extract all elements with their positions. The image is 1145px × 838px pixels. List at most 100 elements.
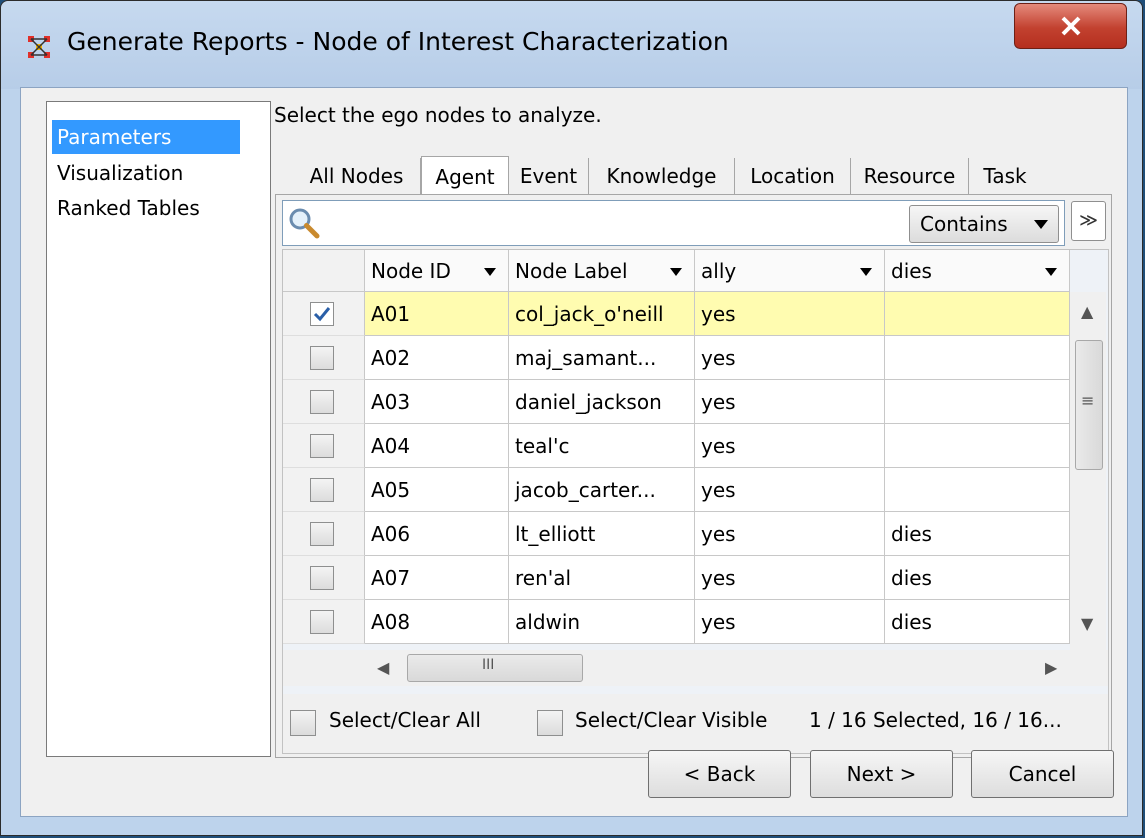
row-checkbox[interactable] xyxy=(310,434,334,458)
select-all-label[interactable]: Select/Clear All xyxy=(329,708,481,732)
row-select-cell xyxy=(283,292,365,336)
row-checkbox[interactable] xyxy=(310,302,334,326)
cancel-button[interactable]: Cancel xyxy=(971,750,1114,798)
cell-dies[interactable] xyxy=(885,424,1070,468)
horizontal-scroll-thumb[interactable]: III xyxy=(407,654,583,682)
search-field[interactable]: Contains xyxy=(282,200,1065,246)
row-select-cell xyxy=(283,424,365,468)
column-header-dies[interactable]: dies xyxy=(885,250,1070,292)
cell-node-label[interactable]: aldwin xyxy=(509,600,695,644)
vertical-scroll-thumb[interactable]: ≡ xyxy=(1075,340,1103,470)
scroll-left-icon[interactable]: ◀ xyxy=(377,658,389,677)
back-button[interactable]: < Back xyxy=(648,750,791,798)
tab-event[interactable]: Event xyxy=(509,158,589,194)
cell-node-id[interactable]: A05 xyxy=(365,468,509,512)
tab-panel: Contains ≫ Node ID Node Label ally dies … xyxy=(275,194,1112,758)
cell-node-label[interactable]: lt_elliott xyxy=(509,512,695,556)
cell-node-label[interactable]: teal'c xyxy=(509,424,695,468)
match-mode-dropdown[interactable]: Contains xyxy=(909,205,1059,243)
cell-dies[interactable]: dies xyxy=(885,556,1070,600)
cell-ally[interactable]: yes xyxy=(695,424,885,468)
sidebar-item-visualization[interactable]: Visualization xyxy=(52,156,188,190)
cell-node-label[interactable]: daniel_jackson xyxy=(509,380,695,424)
dialog-content: Parameters Visualization Ranked Tables S… xyxy=(20,87,1128,817)
cell-dies[interactable] xyxy=(885,468,1070,512)
table-row[interactable]: A06 lt_elliott yes dies xyxy=(283,512,1070,556)
cell-node-id[interactable]: A04 xyxy=(365,424,509,468)
selection-footer: Select/Clear All Select/Clear Visible 1 … xyxy=(283,694,1108,753)
vertical-scrollbar[interactable]: ▲ ≡ ▼ xyxy=(1070,292,1106,650)
cell-ally[interactable]: yes xyxy=(695,556,885,600)
row-checkbox[interactable] xyxy=(310,522,334,546)
tab-resource[interactable]: Resource xyxy=(851,158,969,194)
chevron-down-icon xyxy=(1034,220,1048,229)
row-checkbox[interactable] xyxy=(310,610,334,634)
close-button[interactable] xyxy=(1014,3,1127,49)
table-row[interactable]: A05 jacob_carter... yes xyxy=(283,468,1070,512)
title-bar[interactable]: Generate Reports - Node of Interest Char… xyxy=(1,1,1142,89)
tab-agent[interactable]: Agent xyxy=(421,156,509,196)
table-row[interactable]: A07 ren'al yes dies xyxy=(283,556,1070,600)
horizontal-scrollbar[interactable]: ◀ III ▶ xyxy=(365,650,1070,686)
column-header-node-id[interactable]: Node ID xyxy=(365,250,509,292)
select-visible-checkbox[interactable] xyxy=(537,710,563,736)
table-row[interactable]: A04 teal'c yes xyxy=(283,424,1070,468)
cell-node-id[interactable]: A02 xyxy=(365,336,509,380)
row-checkbox[interactable] xyxy=(310,346,334,370)
row-checkbox[interactable] xyxy=(310,566,334,590)
cell-node-id[interactable]: A06 xyxy=(365,512,509,556)
row-checkbox[interactable] xyxy=(310,390,334,414)
cell-node-label[interactable]: jacob_carter... xyxy=(509,468,695,512)
next-button[interactable]: Next > xyxy=(810,750,953,798)
table-row[interactable]: A03 daniel_jackson yes xyxy=(283,380,1070,424)
cell-node-label[interactable]: col_jack_o'neill xyxy=(509,292,695,336)
cell-node-id[interactable]: A07 xyxy=(365,556,509,600)
cell-dies[interactable] xyxy=(885,292,1070,336)
cell-ally[interactable]: yes xyxy=(695,512,885,556)
column-header-ally[interactable]: ally xyxy=(695,250,885,292)
double-chevron-down-icon: ≫ xyxy=(1079,210,1098,231)
sidebar-item-parameters[interactable]: Parameters xyxy=(52,120,240,154)
select-column-header xyxy=(283,250,365,292)
column-header-node-label[interactable]: Node Label xyxy=(509,250,695,292)
sort-arrow-icon xyxy=(1045,268,1057,276)
row-select-cell xyxy=(283,512,365,556)
cell-node-id[interactable]: A01 xyxy=(365,292,509,336)
cell-dies[interactable]: dies xyxy=(885,600,1070,644)
table-row[interactable]: A01 col_jack_o'neill yes xyxy=(283,292,1070,336)
row-select-cell xyxy=(283,600,365,644)
cell-node-id[interactable]: A03 xyxy=(365,380,509,424)
cell-ally[interactable]: yes xyxy=(695,336,885,380)
select-visible-label[interactable]: Select/Clear Visible xyxy=(575,708,767,732)
table-row[interactable]: A02 maj_samant... yes xyxy=(283,336,1070,380)
cell-dies[interactable]: dies xyxy=(885,512,1070,556)
cell-node-label[interactable]: ren'al xyxy=(509,556,695,600)
cell-node-label[interactable]: maj_samant... xyxy=(509,336,695,380)
row-checkbox[interactable] xyxy=(310,478,334,502)
tab-knowledge[interactable]: Knowledge xyxy=(589,158,735,194)
scroll-down-icon[interactable]: ▼ xyxy=(1081,614,1093,633)
sidebar-item-ranked-tables[interactable]: Ranked Tables xyxy=(52,191,205,225)
cell-ally[interactable]: yes xyxy=(695,292,885,336)
close-icon xyxy=(1061,16,1080,36)
tab-all-nodes[interactable]: All Nodes xyxy=(293,158,421,194)
scroll-right-icon[interactable]: ▶ xyxy=(1045,658,1057,677)
sort-arrow-icon xyxy=(860,268,872,276)
table-row[interactable]: A08 aldwin yes dies xyxy=(283,600,1070,644)
cell-ally[interactable]: yes xyxy=(695,468,885,512)
tab-task[interactable]: Task xyxy=(969,158,1041,194)
tab-location[interactable]: Location xyxy=(735,158,851,194)
scroll-up-icon[interactable]: ▲ xyxy=(1081,302,1093,321)
cell-node-id[interactable]: A08 xyxy=(365,600,509,644)
cell-ally[interactable]: yes xyxy=(695,380,885,424)
window-title: Generate Reports - Node of Interest Char… xyxy=(67,27,729,56)
cell-ally[interactable]: yes xyxy=(695,600,885,644)
row-select-cell xyxy=(283,556,365,600)
expand-filter-button[interactable]: ≫ xyxy=(1071,201,1106,241)
select-all-checkbox[interactable] xyxy=(290,710,316,736)
sidebar-nav: Parameters Visualization Ranked Tables xyxy=(46,101,271,757)
instructions-text: Select the ego nodes to analyze. xyxy=(274,103,602,127)
cell-dies[interactable] xyxy=(885,336,1070,380)
dialog-window: Generate Reports - Node of Interest Char… xyxy=(0,0,1143,836)
cell-dies[interactable] xyxy=(885,380,1070,424)
